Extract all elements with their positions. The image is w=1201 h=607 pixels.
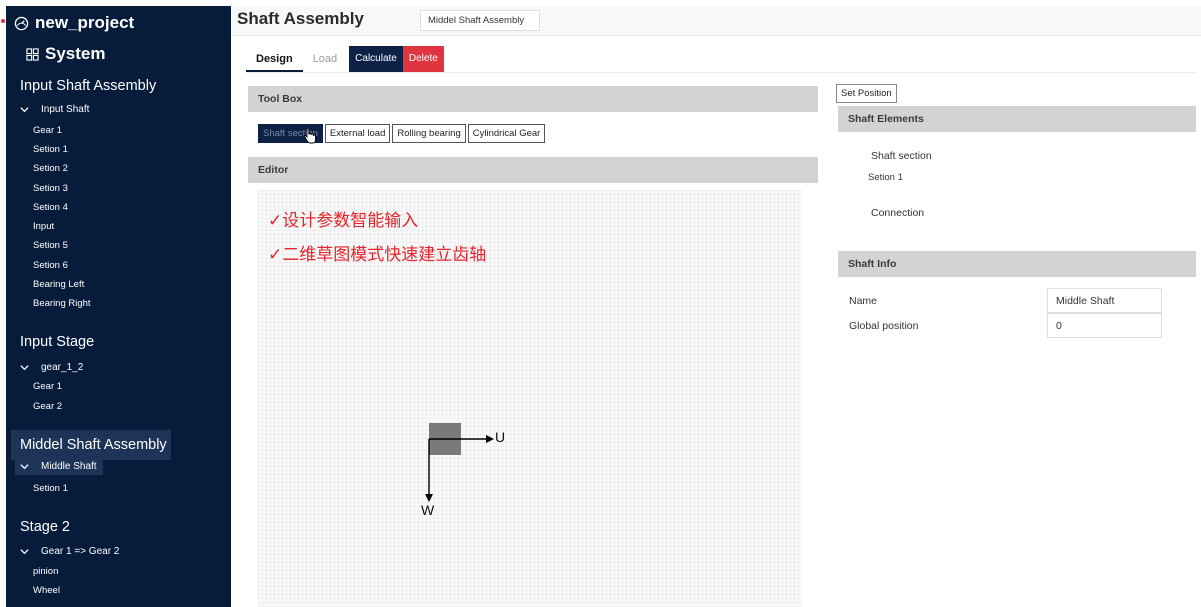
- cylindrical-gear-button[interactable]: Cylindrical Gear: [467, 124, 546, 143]
- tree-node-label: Input Shaft: [41, 104, 90, 115]
- tab-design[interactable]: Design: [246, 46, 303, 72]
- w-axis-label: W: [421, 502, 435, 518]
- status-dot: [1, 19, 5, 23]
- feature-note: ✓设计参数智能输入: [268, 211, 419, 231]
- assembly-name-field[interactable]: Middel Shaft Assembly: [420, 10, 540, 31]
- tree-node-label: gear_1_2: [41, 362, 84, 373]
- system-menu[interactable]: System: [26, 44, 105, 64]
- sidebar-item[interactable]: Setion 3: [33, 183, 68, 194]
- tree-node-label: Middle Shaft: [41, 461, 97, 472]
- shaft-info-header: Shaft Info: [838, 251, 1196, 277]
- toolbox-title: Tool Box: [258, 93, 303, 105]
- rolling-bearing-button[interactable]: Rolling bearing: [392, 124, 466, 143]
- sidebar-item[interactable]: Setion 1: [33, 483, 68, 494]
- tree-node-gear-1-2[interactable]: gear_1_2: [20, 362, 83, 373]
- sidebar-item[interactable]: pinion: [33, 566, 58, 577]
- tab-divider: [246, 72, 1196, 73]
- project-name: new_project: [35, 13, 135, 32]
- app-window: new_project System Input Shaft Assembly …: [0, 0, 1201, 607]
- calculate-button[interactable]: Calculate: [349, 46, 403, 72]
- grid-icon: [26, 47, 39, 61]
- global-position-input[interactable]: 0: [1047, 313, 1162, 338]
- sidebar-group-stage-2[interactable]: Stage 2: [20, 519, 70, 535]
- hand-cursor-icon: [303, 128, 316, 144]
- sidebar-item[interactable]: Bearing Left: [33, 279, 84, 290]
- shaft-sketch[interactable]: [418, 418, 528, 518]
- sidebar-item[interactable]: Setion 5: [33, 240, 68, 251]
- shaft-name-input[interactable]: Middle Shaft: [1047, 288, 1162, 313]
- system-label: System: [45, 44, 106, 63]
- top-bar: [231, 6, 1201, 36]
- sidebar-item[interactable]: Gear 1: [33, 381, 62, 392]
- u-axis-label: U: [495, 429, 506, 445]
- delete-button[interactable]: Delete: [402, 46, 444, 72]
- sidebar-group-middel-shaft-assembly[interactable]: Middel Shaft Assembly: [11, 430, 171, 460]
- tree-node-input-shaft[interactable]: Input Shaft: [20, 104, 89, 115]
- u-axis-arrow-icon: [486, 435, 494, 443]
- sidebar-item[interactable]: Bearing Right: [33, 298, 91, 309]
- sidebar-group-input-stage[interactable]: Input Stage: [20, 334, 94, 350]
- sidebar-item[interactable]: Setion 1: [33, 144, 68, 155]
- page-title: Shaft Assembly: [237, 9, 364, 28]
- sidebar-item[interactable]: Wheel: [33, 585, 60, 596]
- sidebar-item[interactable]: Setion 6: [33, 260, 68, 271]
- name-label: Name: [849, 295, 878, 307]
- shaft-section-label: Shaft section: [871, 150, 932, 162]
- sidebar-item[interactable]: Input: [33, 221, 54, 232]
- shaft-info-title: Shaft Info: [848, 258, 897, 270]
- dashboard-icon: [14, 16, 29, 30]
- shaft-section-item[interactable]: Setion 1: [868, 172, 903, 183]
- chevron-down-icon: [20, 107, 29, 113]
- feature-note: ✓二维草图模式快速建立齿轴: [268, 245, 487, 265]
- project-title[interactable]: new_project: [14, 13, 134, 33]
- sidebar-item[interactable]: Gear 2: [33, 401, 62, 412]
- editor-header: Editor: [248, 157, 818, 183]
- tree-node-label: Gear 1 => Gear 2: [41, 546, 120, 557]
- chevron-down-icon: [20, 549, 29, 555]
- tree-node-middle-shaft[interactable]: Middle Shaft: [15, 458, 103, 475]
- chevron-down-icon: [20, 365, 29, 371]
- chevron-down-icon: [20, 464, 29, 470]
- sidebar: new_project System Input Shaft Assembly …: [6, 6, 231, 607]
- editor-title: Editor: [258, 164, 289, 176]
- tab-bar: Design Load Calculate Delete: [246, 46, 444, 72]
- sidebar-group-input-shaft-assembly[interactable]: Input Shaft Assembly: [20, 78, 156, 94]
- shaft-elements-title: Shaft Elements: [848, 113, 924, 125]
- sidebar-item[interactable]: Setion 4: [33, 202, 68, 213]
- tab-load[interactable]: Load: [303, 46, 347, 72]
- toolbox-header: Tool Box: [248, 86, 818, 112]
- sidebar-item[interactable]: Gear 1: [33, 125, 62, 136]
- sidebar-item[interactable]: Setion 2: [33, 163, 68, 174]
- toolbox-buttons: Shaft section External load Rolling bear…: [258, 124, 547, 143]
- external-load-button[interactable]: External load: [324, 124, 391, 143]
- shaft-elements-header: Shaft Elements: [838, 106, 1196, 132]
- w-axis-arrow-icon: [425, 494, 433, 502]
- connection-label: Connection: [871, 207, 925, 219]
- set-position-button[interactable]: Set Position: [836, 84, 897, 103]
- global-position-label: Global position: [849, 320, 919, 332]
- tree-node-gear-pair[interactable]: Gear 1 => Gear 2: [20, 546, 119, 557]
